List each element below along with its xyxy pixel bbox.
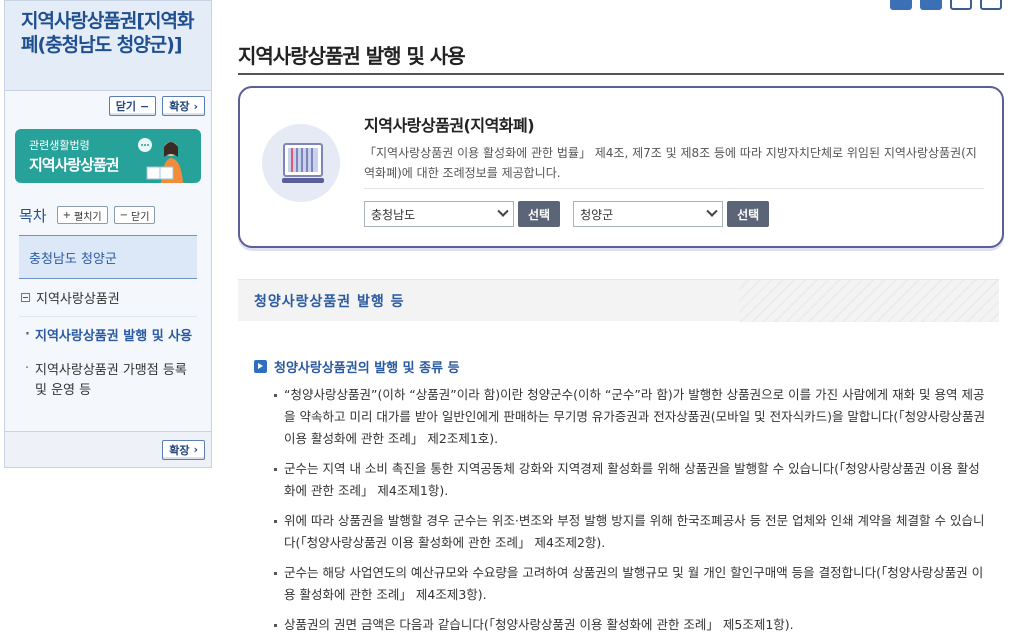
- related-law-banner[interactable]: 관련생활법령 지역사랑상품권: [15, 129, 201, 183]
- city-select-button[interactable]: 선택: [727, 201, 770, 227]
- subsection-header: 청양사랑상품권의 발행 및 종류 등: [254, 357, 460, 376]
- info-divider: [364, 188, 984, 189]
- print-icon[interactable]: [950, 0, 972, 10]
- toc-label: 목차: [19, 206, 47, 225]
- sidebar-header: 지역사랑상품권[지역화폐(충청남도 청양군)]: [5, 1, 211, 91]
- share-nodes-icon[interactable]: [920, 0, 942, 10]
- person-reading-icon: [138, 138, 183, 183]
- province-select-button[interactable]: 선택: [518, 201, 561, 227]
- toc-category-item[interactable]: 지역사랑상품권: [19, 279, 197, 317]
- minus-icon: −: [119, 209, 128, 221]
- province-select[interactable]: 충청남도: [364, 201, 514, 227]
- banner-small-text: 관련생활법령: [29, 139, 90, 152]
- chevron-right-icon: ›: [193, 443, 198, 456]
- info-card: 지역사랑상품권(지역화폐) 「지역사랑상품권 이용 활성화에 관한 법률」 제4…: [238, 86, 1004, 248]
- content-paragraph: “청양사랑상품권”(이하 “상품권”이라 함)이란 청양군수(이하 “군수”라 …: [274, 384, 986, 450]
- content-paragraph: 상품권의 권면 금액은 다음과 같습니다(「청양사랑상품권 이용 활성화에 관한…: [274, 614, 986, 633]
- share-icon[interactable]: [890, 0, 912, 10]
- toc-collapse-all-button[interactable]: − 닫기: [113, 206, 156, 224]
- sidebar-footer: 확장 ›: [5, 431, 211, 467]
- toc-expand-all-label: 펼치기: [74, 211, 102, 223]
- sidebar: 지역사랑상품권[지역화폐(충청남도 청양군)] 닫기 − 확장 › 관련생활법령…: [4, 0, 212, 468]
- city-select[interactable]: 청양군: [573, 201, 724, 227]
- title-divider: [238, 73, 1004, 75]
- toc-expand-all-button[interactable]: + 펼치기: [56, 206, 108, 224]
- info-description: 「지역사랑상품권 이용 활성화에 관한 법률」 제4조, 제7조 및 제8조 등…: [364, 146, 977, 180]
- collapse-box-icon: [21, 293, 30, 302]
- info-title: 지역사랑상품권(지역화폐): [364, 116, 535, 135]
- sidebar-expand-button[interactable]: 확장 ›: [162, 96, 205, 116]
- toc-region-item[interactable]: 충청남도 청양군: [19, 235, 197, 279]
- toc: 충청남도 청양군 지역사랑상품권 지역사랑상품권 발행 및 사용 지역사랑상품권…: [19, 235, 197, 419]
- sidebar-footer-expand-label: 확장: [169, 443, 190, 457]
- toc-sub-list: 지역사랑상품권 발행 및 사용 지역사랑상품권 가맹점 등록 및 운영 등: [19, 317, 197, 419]
- sidebar-close-label: 닫기: [115, 100, 136, 113]
- content-paragraph: 군수는 해당 사업연도의 예산규모와 수요량을 고려하여 상품권의 발행규모 및…: [274, 562, 986, 606]
- banner-title: 지역사랑상품권: [29, 156, 120, 174]
- province-select-value: 충청남도: [371, 207, 416, 222]
- toc-category-label: 지역사랑상품권: [36, 292, 120, 307]
- chevron-right-icon: ›: [193, 99, 198, 113]
- chevron-down-icon: [706, 205, 718, 217]
- download-icon[interactable]: [980, 0, 1002, 10]
- toc-item-merchant[interactable]: 지역사랑상품권 가맹점 등록 및 운영 등: [25, 359, 193, 401]
- toc-item-issuance[interactable]: 지역사랑상품권 발행 및 사용: [25, 325, 193, 347]
- sidebar-footer-expand-button[interactable]: 확장 ›: [162, 439, 205, 460]
- plus-icon: +: [62, 209, 71, 221]
- subsection-title: 청양사랑상품권의 발행 및 종류 등: [274, 361, 460, 376]
- toolbar: [890, 0, 1002, 10]
- sidebar-title: 지역사랑상품권[지역화폐(충청남도 청양군)]: [21, 10, 194, 56]
- section-title: 청양사랑상품권 발행 등: [254, 293, 405, 310]
- toc-collapse-all-label: 닫기: [131, 211, 150, 223]
- city-select-value: 청양군: [580, 207, 614, 222]
- toc-header: 목차 + 펼치기 − 닫기: [5, 199, 211, 231]
- content-paragraph: 위에 따라 상품권을 발행할 경우 군수는 위조·변조와 부정 발행 방지를 위…: [274, 510, 986, 554]
- minus-icon: −: [139, 99, 150, 113]
- sidebar-expand-label: 확장: [169, 100, 190, 113]
- sidebar-close-button[interactable]: 닫기 −: [108, 96, 157, 116]
- page-title: 지역사랑상품권 발행 및 사용: [238, 44, 466, 68]
- book-icon: [262, 124, 340, 202]
- chevron-down-icon: [497, 205, 509, 217]
- sidebar-controls: 닫기 − 확장 ›: [5, 91, 211, 123]
- section-pattern: [739, 280, 999, 322]
- content-paragraphs: “청양사랑상품권”(이하 “상품권”이라 함)이란 청양군수(이하 “군수”라 …: [274, 384, 986, 633]
- content-paragraph: 군수는 지역 내 소비 촉진을 통한 지역공동체 강화와 지역경제 활성화를 위…: [274, 458, 986, 502]
- section-header: 청양사랑상품권 발행 등: [238, 279, 999, 322]
- region-selectors: 충청남도 선택 청양군 선택: [364, 201, 778, 227]
- play-bullet-icon: [254, 360, 267, 373]
